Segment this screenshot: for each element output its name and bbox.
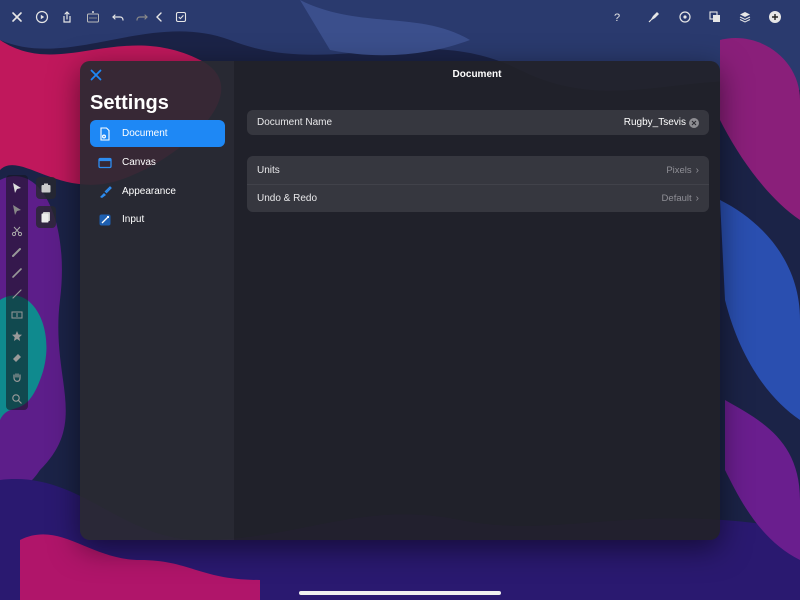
- checkbox-icon[interactable]: [171, 7, 191, 27]
- star-icon[interactable]: [9, 328, 25, 344]
- hand-icon[interactable]: [9, 370, 25, 386]
- close-icon[interactable]: [7, 7, 27, 27]
- pencil-icon[interactable]: [9, 265, 25, 281]
- chevron-right-icon: ›: [695, 193, 699, 204]
- back-icon[interactable]: [149, 7, 169, 27]
- transform-icon[interactable]: [705, 7, 725, 27]
- home-indicator: [299, 591, 501, 595]
- eraser-icon[interactable]: [9, 349, 25, 365]
- sidebar-item-label: Canvas: [122, 157, 156, 168]
- undo-icon[interactable]: [108, 7, 128, 27]
- document-name-group: Document Name: [247, 110, 709, 135]
- clear-text-icon[interactable]: [689, 117, 699, 128]
- document-name-label: Document Name: [257, 117, 333, 128]
- select-arrow-icon[interactable]: [9, 180, 25, 196]
- grid-icon[interactable]: [83, 7, 103, 27]
- settings-sidebar: Settings Document Canvas Appearance Inpu…: [80, 61, 234, 540]
- settings-modal: Settings Document Canvas Appearance Inpu…: [80, 61, 720, 540]
- svg-text:?: ?: [614, 12, 620, 24]
- sidebar-item-label: Input: [122, 214, 145, 225]
- direct-select-icon[interactable]: [9, 202, 25, 218]
- help-icon[interactable]: ?: [607, 7, 627, 27]
- document-name-field[interactable]: [486, 117, 686, 128]
- top-toolbar: ?: [0, 0, 800, 34]
- sidebar-item-input[interactable]: Input: [90, 206, 225, 233]
- settings-detail-pane: Document Document Name Units Pixels › Un…: [234, 61, 720, 540]
- brush-icon[interactable]: [9, 244, 25, 260]
- units-label: Units: [257, 164, 280, 176]
- sidebar-item-document[interactable]: Document: [90, 120, 225, 147]
- close-icon[interactable]: [89, 68, 103, 82]
- sidebar-item-appearance[interactable]: Appearance: [90, 178, 225, 205]
- sidebar-item-label: Appearance: [122, 186, 176, 197]
- share-icon[interactable]: [57, 7, 77, 27]
- pen-icon[interactable]: [9, 286, 25, 302]
- scissors-icon[interactable]: [9, 223, 25, 239]
- pen-style-icon[interactable]: [644, 7, 664, 27]
- target-icon[interactable]: [675, 7, 695, 27]
- document-options-group: Units Pixels › Undo & Redo Default ›: [247, 156, 709, 212]
- undo-redo-label: Undo & Redo: [257, 193, 318, 204]
- sidebar-item-label: Document: [122, 128, 168, 139]
- undo-redo-value: Default: [661, 193, 692, 204]
- tool-strip: [6, 175, 28, 410]
- document-name-row: Document Name: [247, 110, 709, 135]
- layers-icon[interactable]: [735, 7, 755, 27]
- zoom-icon[interactable]: [9, 391, 25, 407]
- sidebar-item-canvas[interactable]: Canvas: [90, 149, 225, 176]
- text-frame-icon[interactable]: [9, 307, 25, 323]
- input-icon: [98, 213, 112, 227]
- chevron-right-icon: ›: [695, 164, 699, 176]
- play-icon[interactable]: [32, 7, 52, 27]
- units-value: Pixels: [666, 164, 692, 176]
- camera-library-icon[interactable]: [36, 177, 56, 199]
- canvas-icon: [98, 156, 112, 170]
- units-row[interactable]: Units Pixels ›: [247, 156, 709, 184]
- add-icon[interactable]: [765, 7, 785, 27]
- document-gear-icon: [98, 126, 112, 141]
- undo-redo-row[interactable]: Undo & Redo Default ›: [247, 184, 709, 212]
- appearance-icon: [98, 185, 112, 199]
- documents-icon[interactable]: [36, 206, 56, 228]
- settings-title: Settings: [90, 92, 169, 114]
- detail-title: Document: [452, 69, 502, 80]
